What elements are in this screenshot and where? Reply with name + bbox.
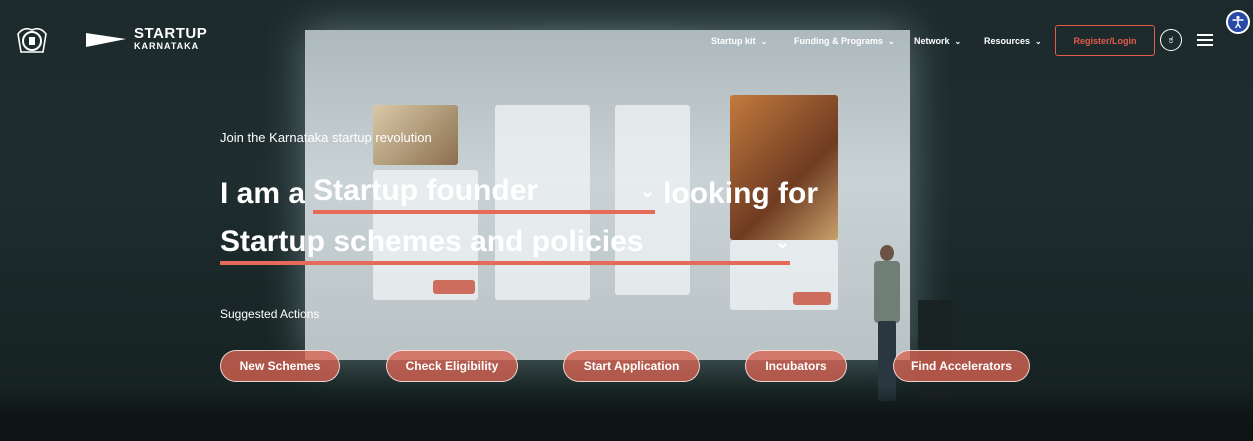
menu-icon[interactable]: [1197, 34, 1213, 46]
nav-network[interactable]: Network ⌄: [914, 36, 984, 46]
new-schemes-button[interactable]: New Schemes: [220, 350, 340, 382]
nav-startup-kit[interactable]: Startup kit ⌄: [711, 36, 794, 46]
need-dropdown[interactable]: Startup schemes and policies ⌄: [220, 225, 790, 265]
mockup-button: [793, 292, 831, 305]
suggested-actions-label: Suggested Actions: [220, 307, 320, 321]
register-login-button[interactable]: Register/Login: [1055, 25, 1155, 56]
mockup-image: [730, 95, 838, 240]
role-dropdown-value: Startup founder: [313, 174, 539, 207]
emblem-icon[interactable]: [14, 24, 50, 58]
headline-middle: looking for: [663, 177, 819, 210]
brand-logo[interactable]: STARTUP KARNATAKA: [86, 26, 207, 51]
chevron-down-icon: ⌄: [954, 36, 962, 46]
nav-label: Resources: [984, 36, 1031, 46]
nav-label: Network: [914, 36, 950, 46]
main-nav: Startup kit ⌄ Funding & Programs ⌄ Netwo…: [711, 26, 1053, 56]
hero-section: STARTUP KARNATAKA Startup kit ⌄ Funding …: [0, 0, 1253, 441]
brand-line2: KARNATAKA: [134, 41, 200, 51]
headline-line-1: I am a Startup founder ⌄ looking for: [220, 170, 818, 218]
chevron-down-icon: ⌄: [888, 36, 895, 46]
role-dropdown[interactable]: Startup founder ⌄: [313, 174, 656, 214]
chevron-down-icon: ⌄: [1035, 36, 1042, 46]
chevron-down-icon: ⌄: [760, 36, 768, 46]
check-eligibility-button[interactable]: Check Eligibility: [386, 350, 518, 382]
accessibility-icon[interactable]: [1226, 10, 1250, 34]
nav-resources[interactable]: Resources ⌄: [984, 36, 1053, 46]
hero-kicker: Join the Karnataka startup revolution: [220, 130, 432, 145]
nav-label: Startup kit: [711, 36, 756, 46]
start-application-button[interactable]: Start Application: [563, 350, 700, 382]
chevron-down-icon: ⌄: [774, 231, 790, 252]
nav-funding-programs[interactable]: Funding & Programs ⌄: [794, 36, 914, 46]
presenter-figure: [870, 245, 902, 405]
incubators-button[interactable]: Incubators: [745, 350, 847, 382]
audience-silhouette: [0, 386, 1253, 441]
brand-arrow-icon: [86, 29, 126, 49]
headline-line-2: Startup schemes and policies ⌄: [220, 222, 790, 268]
nav-label: Funding & Programs: [794, 36, 884, 46]
language-toggle-button[interactable]: ಕ: [1160, 29, 1182, 51]
chevron-down-icon: ⌄: [639, 180, 656, 201]
find-accelerators-button[interactable]: Find Accelerators: [893, 350, 1030, 382]
top-navigation: STARTUP KARNATAKA Startup kit ⌄ Funding …: [0, 0, 1253, 80]
brand-line1: STARTUP: [134, 25, 208, 42]
need-dropdown-value: Startup schemes and policies: [220, 225, 644, 258]
mockup-button: [433, 280, 475, 294]
headline-prefix: I am a: [220, 177, 306, 210]
